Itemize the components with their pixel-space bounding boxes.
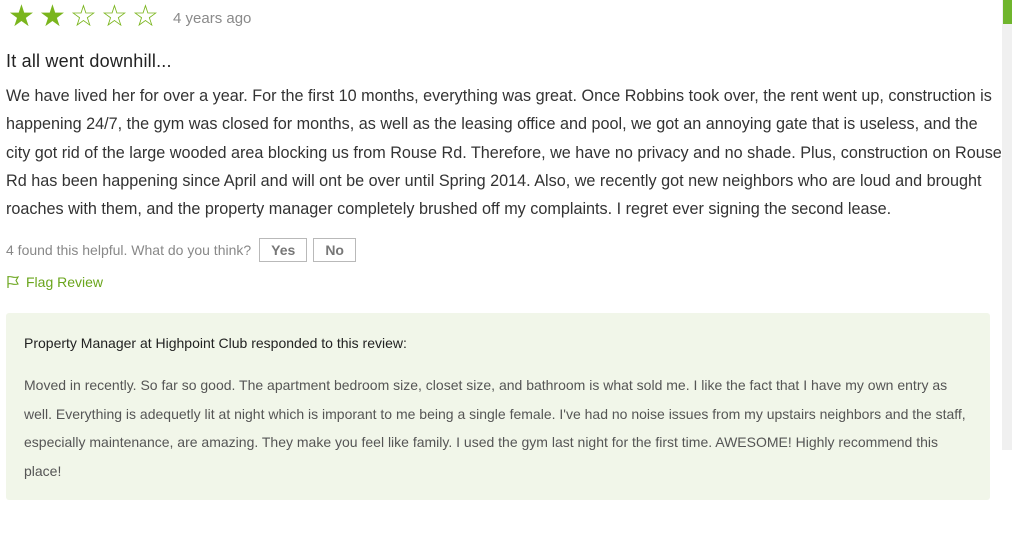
- review-card: ★ ★ ☆ ☆ ☆ 4 years ago It all went downhi…: [6, 0, 1002, 501]
- rating-row: ★ ★ ☆ ☆ ☆ 4 years ago: [6, 0, 996, 34]
- vote-yes-button[interactable]: Yes: [259, 238, 308, 263]
- star-outline-icon: ☆: [132, 0, 159, 33]
- scrollbar[interactable]: [1002, 0, 1012, 450]
- vote-no-button[interactable]: No: [313, 238, 356, 263]
- helpful-row: 4 found this helpful. What do you think?…: [6, 237, 996, 263]
- flag-review-label: Flag Review: [26, 274, 104, 291]
- response-body: Moved in recently. So far so good. The a…: [24, 377, 966, 479]
- flag-review-link[interactable]: Flag Review: [6, 271, 996, 293]
- flag-icon: [6, 275, 20, 289]
- star-outline-icon: ☆: [70, 0, 97, 33]
- star-rating: ★ ★ ☆ ☆ ☆: [6, 2, 161, 32]
- star-filled-icon: ★: [8, 0, 35, 33]
- review-body: We have lived her for over a year. For t…: [6, 87, 1002, 219]
- star-outline-icon: ☆: [101, 0, 128, 33]
- scrollbar-thumb[interactable]: [1003, 0, 1012, 24]
- helpful-text: 4 found this helpful. What do you think?: [6, 242, 252, 259]
- star-filled-icon: ★: [39, 0, 66, 33]
- review-age: 4 years ago: [173, 9, 252, 27]
- response-heading: Property Manager at Highpoint Club respo…: [24, 335, 407, 352]
- manager-response: Property Manager at Highpoint Club respo…: [6, 313, 990, 501]
- review-title: It all went downhill...: [6, 51, 172, 71]
